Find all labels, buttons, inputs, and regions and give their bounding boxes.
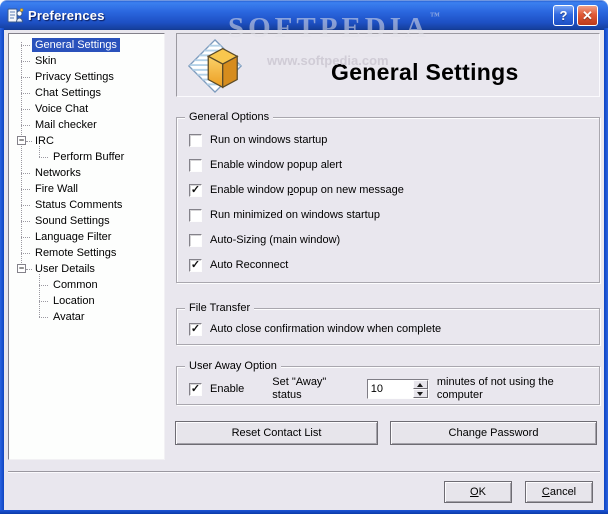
tree-item-fire-wall[interactable]: Fire Wall bbox=[9, 181, 164, 197]
footer-divider bbox=[8, 471, 600, 473]
reset-contact-list-button[interactable]: Reset Contact List bbox=[175, 421, 378, 445]
spin-down-icon[interactable] bbox=[412, 389, 428, 398]
checkbox-row-auto-close-confirmation[interactable]: ✓ Auto close confirmation window when co… bbox=[189, 321, 441, 337]
enable-away-checkbox[interactable]: ✓ bbox=[189, 382, 202, 396]
header-panel: General Settings bbox=[176, 33, 600, 97]
group-legend: General Options bbox=[185, 110, 274, 124]
cube-diamond-icon bbox=[187, 38, 243, 94]
tree-item-voice-chat[interactable]: Voice Chat bbox=[9, 101, 164, 117]
checkbox[interactable] bbox=[189, 133, 202, 147]
group-general-options: General Options Run on windows startup E… bbox=[176, 110, 600, 283]
group-legend: User Away Option bbox=[185, 359, 281, 373]
app-icon bbox=[7, 7, 24, 24]
window-border bbox=[604, 28, 608, 514]
checkbox-row-popup-alert[interactable]: Enable window popup alert bbox=[189, 157, 342, 173]
window-title: Preferences bbox=[28, 7, 105, 23]
checkbox[interactable] bbox=[189, 233, 202, 247]
tree-item-general-settings[interactable]: General Settings bbox=[9, 37, 164, 53]
tree-item-avatar[interactable]: Avatar bbox=[9, 309, 164, 325]
checkbox[interactable] bbox=[189, 158, 202, 172]
preferences-window: Preferences ? ✕ SOFTPEDIA™ www.softpedia… bbox=[0, 0, 608, 514]
tree-item-remote-settings[interactable]: Remote Settings bbox=[9, 245, 164, 261]
checkbox-row-popup-new-message[interactable]: ✓ Enable window popup on new message bbox=[189, 182, 404, 198]
close-button[interactable]: ✕ bbox=[577, 5, 598, 26]
tree-item-user-details[interactable]: − User Details bbox=[9, 261, 164, 277]
away-minutes-spinner bbox=[366, 379, 429, 399]
tree-item-chat-settings[interactable]: Chat Settings bbox=[9, 85, 164, 101]
group-user-away-option: User Away Option ✓ Enable Set "Away" sta… bbox=[176, 359, 600, 405]
tree-item-common[interactable]: Common bbox=[9, 277, 164, 293]
checkbox-row-auto-reconnect[interactable]: ✓ Auto Reconnect bbox=[189, 257, 288, 273]
settings-tree: General Settings Skin Privacy Settings C… bbox=[8, 33, 165, 460]
checkbox[interactable]: ✓ bbox=[189, 183, 202, 197]
away-minutes-input[interactable] bbox=[367, 380, 413, 398]
help-button[interactable]: ? bbox=[553, 5, 574, 26]
checkbox[interactable] bbox=[189, 208, 202, 222]
group-legend: File Transfer bbox=[185, 301, 255, 315]
tree-item-sound-settings[interactable]: Sound Settings bbox=[9, 213, 164, 229]
tree-item-networks[interactable]: Networks bbox=[9, 165, 164, 181]
tree-item-language-filter[interactable]: Language Filter bbox=[9, 229, 164, 245]
checkbox-row-auto-sizing[interactable]: Auto-Sizing (main window) bbox=[189, 232, 340, 248]
titlebar[interactable]: Preferences ? ✕ bbox=[0, 0, 608, 30]
collapse-icon[interactable]: − bbox=[17, 136, 26, 145]
tree-item-skin[interactable]: Skin bbox=[9, 53, 164, 69]
tree-item-location[interactable]: Location bbox=[9, 293, 164, 309]
spin-up-icon[interactable] bbox=[412, 380, 428, 389]
tree-item-privacy-settings[interactable]: Privacy Settings bbox=[9, 69, 164, 85]
checkbox[interactable]: ✓ bbox=[189, 322, 202, 336]
tree-item-status-comments[interactable]: Status Comments bbox=[9, 197, 164, 213]
user-away-row: ✓ Enable Set "Away" status minutes of no… bbox=[189, 376, 595, 401]
ok-button[interactable]: OK bbox=[444, 481, 512, 503]
tree-item-irc[interactable]: − IRC bbox=[9, 133, 164, 149]
change-password-button[interactable]: Change Password bbox=[390, 421, 597, 445]
group-file-transfer: File Transfer ✓ Auto close confirmation … bbox=[176, 301, 600, 345]
collapse-icon[interactable]: − bbox=[17, 264, 26, 273]
cancel-button[interactable]: Cancel bbox=[525, 481, 593, 503]
window-border bbox=[0, 510, 608, 514]
window-border bbox=[0, 28, 4, 514]
checkbox-row-run-on-startup[interactable]: Run on windows startup bbox=[189, 132, 327, 148]
checkbox-row-run-minimized[interactable]: Run minimized on windows startup bbox=[189, 207, 380, 223]
page-title: General Settings bbox=[331, 59, 519, 85]
tree-item-mail-checker[interactable]: Mail checker bbox=[9, 117, 164, 133]
checkbox[interactable]: ✓ bbox=[189, 258, 202, 272]
tree-item-perform-buffer[interactable]: Perform Buffer bbox=[9, 149, 164, 165]
